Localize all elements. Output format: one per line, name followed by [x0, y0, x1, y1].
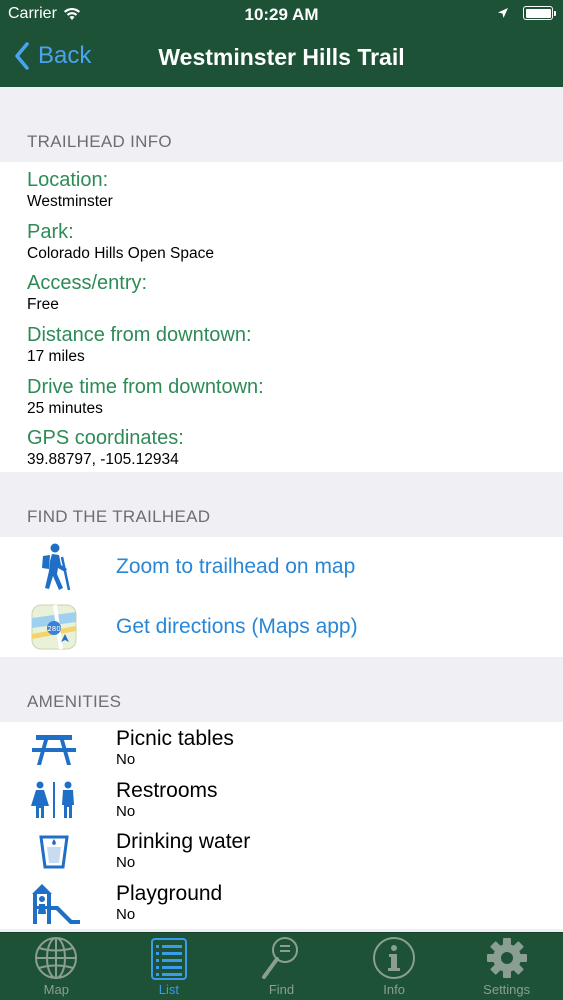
section-header-trailhead-info: TRAILHEAD INFO: [0, 87, 563, 162]
gear-icon: [486, 938, 527, 978]
amenity-text: Drinking water No: [116, 830, 250, 872]
status-time: 10:29 AM: [244, 5, 319, 24]
svg-text:280: 280: [47, 625, 60, 633]
amenity-text: Picnic tables No: [116, 727, 234, 769]
amenity-text: Playground No: [116, 882, 222, 924]
icon-wrap: [0, 882, 116, 925]
trailhead-info-group: Location: Westminster Park: Colorado Hil…: [0, 162, 563, 473]
section-header-amenities: AMENITIES: [0, 657, 563, 723]
info-row-drive-time: Drive time from downtown: 25 minutes: [0, 369, 563, 421]
amenity-value: No: [116, 854, 136, 872]
detail-content[interactable]: TRAILHEAD INFO Location: Westminster Par…: [0, 87, 563, 932]
section-title: TRAILHEAD INFO: [27, 132, 172, 151]
info-row-location: Location: Westminster: [0, 162, 563, 214]
playground-icon: [31, 884, 80, 925]
amenity-row-playground: Playground No: [0, 877, 563, 929]
status-bar: Carrier 10:29 AM: [0, 0, 563, 30]
info-value: 25 minutes: [27, 399, 103, 417]
tab-label: Find: [268, 982, 295, 997]
amenity-value: No: [116, 802, 136, 820]
info-row-distance: Distance from downtown: 17 miles: [0, 317, 563, 369]
tab-label: List: [158, 982, 179, 997]
get-directions-button[interactable]: 280 Get directions (Maps app): [0, 597, 563, 657]
info-value: 39.88797, -105.12934: [27, 451, 179, 469]
hiker-icon: [41, 543, 70, 591]
info-value: Westminster: [27, 193, 113, 210]
magnifier-icon: [262, 937, 299, 979]
info-icon: [373, 937, 416, 979]
zoom-label: Zoom to trailhead on map: [116, 555, 356, 579]
tab-bar: Map List Find Info Settings: [0, 932, 563, 1000]
globe-icon: [35, 937, 78, 979]
location-arrow-icon: [498, 8, 508, 18]
tab-label: Settings: [483, 982, 531, 997]
tab-settings[interactable]: Settings: [450, 933, 563, 1000]
zoom-to-trailhead-button[interactable]: Zoom to trailhead on map: [0, 537, 563, 597]
icon-wrap: [0, 833, 116, 869]
amenity-row-picnic: Picnic tables No: [0, 722, 563, 774]
info-value: Colorado Hills Open Space: [27, 244, 214, 262]
directions-label: Get directions (Maps app): [116, 615, 358, 639]
maps-app-icon: 280: [31, 604, 76, 650]
amenity-text: Restrooms No: [116, 779, 218, 821]
find-trailhead-group: Zoom to trailhead on map 280 Get directi…: [0, 537, 563, 658]
tab-list[interactable]: List: [113, 933, 226, 1000]
tab-label: Info: [383, 982, 405, 997]
section-header-find-trailhead: FIND THE TRAILHEAD: [0, 472, 563, 538]
info-row-park: Park: Colorado Hills Open Space: [0, 214, 563, 266]
amenity-name: Drinking water: [116, 830, 251, 854]
drinking-water-icon: [38, 835, 69, 869]
status-right: [497, 6, 556, 20]
amenities-group: Picnic tables No Restrooms No Drinking w…: [0, 722, 563, 929]
section-title: AMENITIES: [27, 692, 122, 712]
page-title: Westminster Hills Trail: [158, 44, 405, 70]
picnic-table-icon: [31, 734, 76, 765]
info-label: Drive time from downtown:: [27, 375, 264, 398]
amenity-name: Restrooms: [116, 778, 218, 802]
icon-wrap: [0, 781, 116, 819]
tab-info[interactable]: Info: [338, 933, 451, 1000]
tab-label: Map: [43, 982, 69, 997]
info-label: Park:: [27, 220, 74, 243]
info-row-gps: GPS coordinates: 39.88797, -105.12934: [0, 420, 563, 472]
info-row-access: Access/entry: Free: [0, 265, 563, 317]
amenity-name: Playground: [116, 882, 223, 906]
battery-icon: [523, 6, 556, 20]
tab-map[interactable]: Map: [0, 933, 113, 1000]
tab-find[interactable]: Find: [225, 933, 338, 1000]
info-label: Distance from downtown:: [27, 324, 252, 347]
icon-wrap: [0, 731, 116, 765]
amenity-name: Picnic tables: [116, 726, 234, 750]
info-value: Free: [27, 296, 59, 314]
restroom-icon: [30, 781, 74, 818]
amenity-row-water: Drinking water No: [0, 826, 563, 878]
info-label: Location:: [27, 169, 109, 191]
top-bar: Carrier 10:29 AM Back Westminster Hills …: [0, 0, 563, 87]
list-icon: [150, 938, 187, 980]
amenity-row-restrooms: Restrooms No: [0, 774, 563, 826]
icon-wrap: [0, 543, 116, 591]
section-title: FIND THE TRAILHEAD: [27, 507, 211, 527]
info-label: GPS coordinates:: [27, 427, 184, 450]
icon-wrap: 280: [0, 604, 116, 650]
amenity-value: No: [116, 906, 136, 924]
amenity-value: No: [116, 750, 136, 768]
info-value: 17 miles: [27, 348, 85, 366]
info-label: Access/entry:: [27, 272, 148, 295]
nav-bar: Back Westminster Hills Trail: [0, 30, 563, 87]
